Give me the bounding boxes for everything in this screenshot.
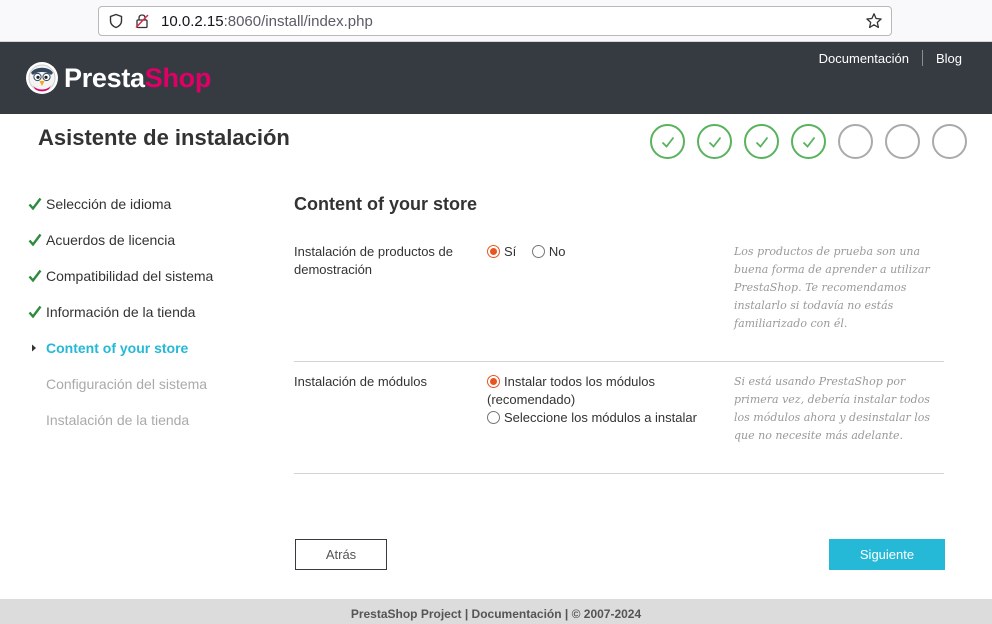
install-steps-sidebar: Selección de idioma Acuerdos de licencia… [28,186,268,438]
progress-steps [650,124,979,159]
step-7-pending [932,124,967,159]
check-icon [755,136,768,148]
sidebar-item-store-info[interactable]: Información de la tienda [28,294,268,330]
step-1-complete [650,124,685,159]
modules-row: Instalación de módulos Instalar todos lo… [294,362,944,474]
demo-yes-radio[interactable] [487,245,500,258]
green-check-icon [28,197,42,211]
demo-yes-option[interactable]: Sí [487,243,516,261]
sidebar-item-label: Selección de idioma [46,196,172,212]
step-3-complete [744,124,779,159]
sidebar-item-store-install: Instalación de la tienda [28,402,268,438]
page-title: Asistente de instalación [38,125,290,150]
select-modules-label: Seleccione los módulos a instalar [504,410,697,425]
section-title: Content of your store [294,194,477,214]
caret-right-icon [32,344,36,352]
install-all-modules-label: Instalar todos los módulos (recomendado) [487,374,656,407]
sidebar-item-system-config: Configuración del sistema [28,366,268,402]
sidebar-item-license[interactable]: Acuerdos de licencia [28,222,268,258]
browser-toolbar: 10.0.2.15:8060/install/index.php [0,0,992,42]
sidebar-item-language[interactable]: Selección de idioma [28,186,268,222]
demo-no-radio[interactable] [531,245,545,258]
install-all-modules-radio[interactable] [487,375,500,388]
check-icon [708,136,721,148]
green-check-icon [28,269,42,283]
link-divider [921,50,923,66]
url-bar[interactable]: 10.0.2.15:8060/install/index.php [98,6,892,36]
step-6-pending [885,124,920,159]
main-content: Content of your store Instalación de pro… [294,186,944,474]
next-button[interactable]: Siguiente [829,539,945,570]
step-2-complete [697,124,732,159]
back-button[interactable]: Atrás [295,539,387,570]
demo-products-label: Instalación de productos de demostración [294,244,453,277]
install-all-modules-option[interactable]: Instalar todos los módulos (recomendado) [487,373,712,409]
demo-no-option[interactable]: No [531,243,566,261]
logo-presta-text: Presta [64,62,145,93]
check-icon [661,136,674,148]
demo-yes-label: Sí [504,244,517,259]
bookmark-star-icon[interactable] [865,12,883,30]
demo-no-label: No [548,244,566,259]
sidebar-item-label: Content of your store [46,340,189,356]
sidebar-item-label: Instalación de la tienda [46,412,190,428]
shield-icon[interactable] [108,13,124,29]
modules-options: Instalar todos los módulos (recomendado)… [487,373,712,427]
header-links: Documentación Blog [819,50,962,66]
step-4-complete [791,124,826,159]
page-footer: PrestaShop Project | Documentación | © 2… [0,599,992,624]
check-icon [802,136,815,148]
sidebar-item-label: Configuración del sistema [46,376,208,392]
demo-products-row: Instalación de productos de demostración… [294,242,944,362]
step-5-pending [838,124,873,159]
sidebar-item-label: Acuerdos de licencia [46,232,176,248]
modules-label: Instalación de módulos [294,374,427,389]
green-check-icon [28,305,42,319]
logo-shop-text: Shop [144,62,212,93]
prestashop-logo[interactable]: PrestaShop [25,60,211,96]
sidebar-item-store-content[interactable]: Content of your store [28,330,268,366]
url-path: :8060/install/index.php [223,13,373,30]
sidebar-item-label: Información de la tienda [46,304,196,320]
select-modules-radio[interactable] [487,411,500,424]
insecure-lock-icon[interactable] [134,13,150,29]
demo-products-options: Sí No [487,243,712,261]
documentation-link[interactable]: Documentación [819,51,909,66]
logo-wordmark: PrestaShop [64,63,211,94]
puffin-logo-icon [26,62,58,94]
demo-products-help: Los productos de prueba son una buena fo… [734,245,930,330]
url-text[interactable]: 10.0.2.15:8060/install/index.php [161,13,373,30]
modules-help: Si está usando PrestaShop por primera ve… [734,375,931,442]
sidebar-item-label: Compatibilidad del sistema [46,268,214,284]
url-host: 10.0.2.15 [161,13,224,30]
blog-link[interactable]: Blog [936,51,962,66]
select-modules-option[interactable]: Seleccione los módulos a instalar [487,409,712,427]
green-check-icon [28,233,42,247]
sidebar-item-compatibility[interactable]: Compatibilidad del sistema [28,258,268,294]
site-header: PrestaShop Documentación Blog [0,42,992,114]
